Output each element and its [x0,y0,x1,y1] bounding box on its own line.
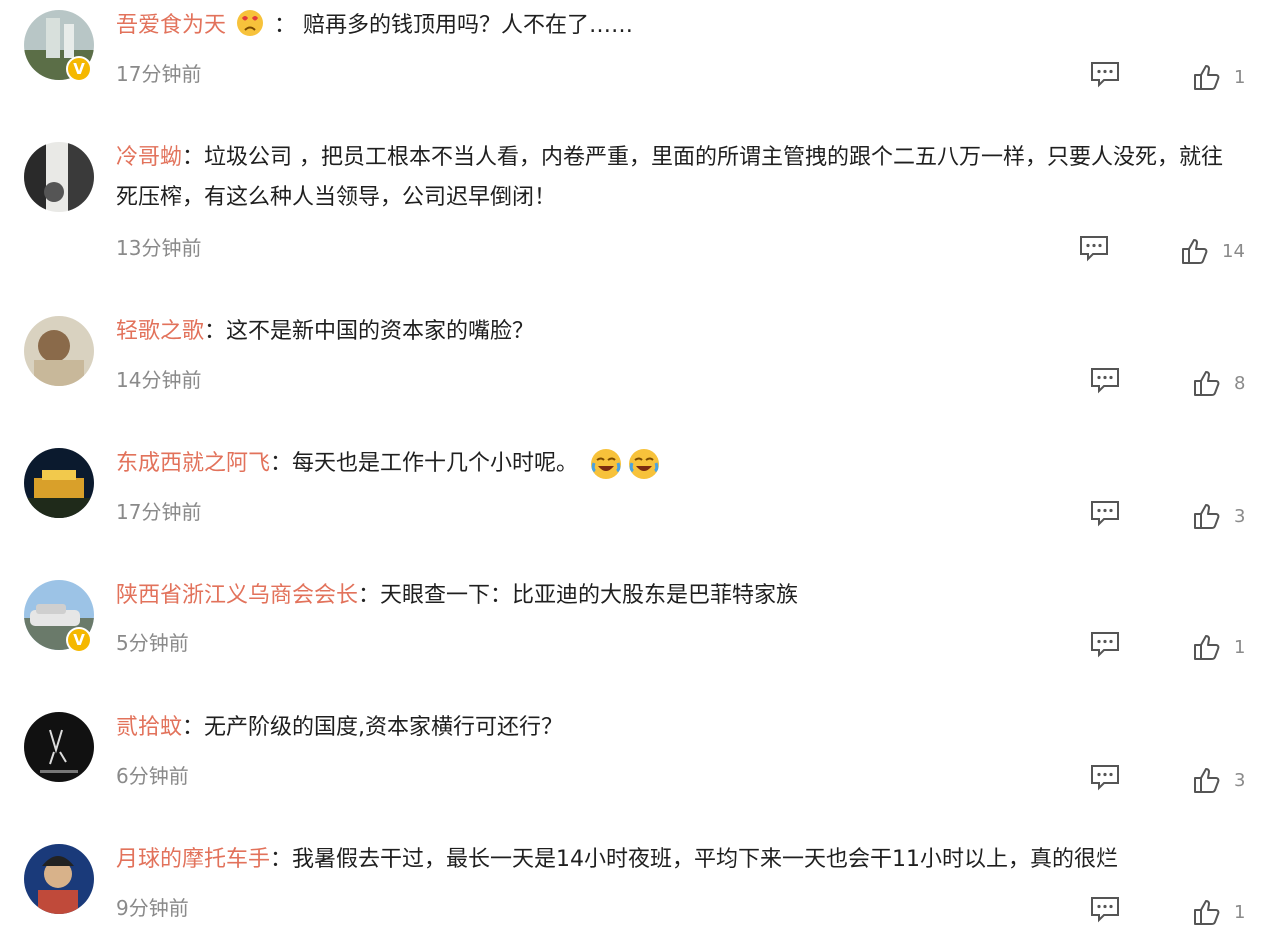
comment-text: 无产阶级的国度,资本家横行可还行？ [204,715,564,740]
comment-text: 每天也是工作十几个小时呢。 [292,451,579,476]
reply-comment-icon[interactable] [1089,366,1121,394]
crying-heart-face-icon [237,10,264,36]
username-link[interactable]: 陕西省浙江义乌商会会长 [116,583,358,608]
like-button[interactable]: 14 [1180,234,1245,268]
comment-text: 我暑假去干过，最长一天是14小时夜班，平均下来一天也会干11小时以上，真的很烂 [292,847,1119,872]
separator: ： [182,715,205,740]
comment-time: 5分钟前 [116,631,189,655]
thumbs-up-icon [1194,768,1220,793]
comment-text: 赔再多的钱顶用吗？人不在了…… [303,13,634,38]
like-button[interactable]: 1 [1192,60,1245,94]
avatar[interactable] [24,316,94,386]
separator: ： [182,145,205,170]
like-button[interactable]: 3 [1192,499,1245,533]
like-button[interactable]: 3 [1192,763,1245,797]
comment-text: 天眼查一下：比亚迪的大股东是巴菲特家族 [380,583,799,608]
reply-comment-icon[interactable] [1089,499,1121,527]
separator: ： [274,13,297,38]
laugh-cry-icon [591,449,622,479]
comment-line: 月球的摩托车手：我暑假去干过，最长一天是14小时夜班，平均下来一天也会干11小时… [116,840,1240,880]
thumbs-up-icon [1182,239,1208,264]
comment-text: 这不是新中国的资本家的嘴脸？ [226,319,535,344]
comment-text: 垃圾公司 ，把员工根本不当人看，内卷严重，里面的所谓主管拽的跟个二五八万一样，只… [116,145,1224,210]
comment-line: 陕西省浙江义乌商会会长：天眼查一下：比亚迪的大股东是巴菲特家族 [116,576,1240,616]
reply-comment-icon[interactable] [1089,60,1121,88]
comment-time: 14分钟前 [116,368,202,392]
like-button[interactable]: 8 [1192,366,1245,400]
comment-line: 冷哥蚴：垃圾公司 ，把员工根本不当人看，内卷严重，里面的所谓主管拽的跟个二五八万… [116,138,1240,218]
avatar[interactable] [24,448,94,518]
comment-time: 9分钟前 [116,896,189,920]
username-link[interactable]: 月球的摩托车手 [116,847,270,872]
like-button[interactable]: 1 [1192,895,1245,929]
avatar[interactable] [24,712,94,782]
comment-time: 17分钟前 [116,62,202,86]
thumbs-up-icon [1194,900,1220,925]
comment-line: 贰拾蚊：无产阶级的国度,资本家横行可还行？ [116,708,1240,748]
reply-comment-icon[interactable] [1078,234,1110,262]
username-link[interactable]: 吾爱食为天 [116,13,226,38]
thumbs-up-icon [1194,504,1220,529]
comment-time: 17分钟前 [116,500,202,524]
like-count: 3 [1234,505,1246,527]
like-count: 8 [1234,372,1246,394]
comment-line: 东成西就之阿飞：每天也是工作十几个小时呢。 [116,444,1240,484]
comment-time: 6分钟前 [116,764,189,788]
like-count: 1 [1234,901,1246,923]
avatar[interactable] [24,142,94,212]
thumbs-up-icon [1194,371,1220,396]
reply-comment-icon[interactable] [1089,763,1121,791]
username-link[interactable]: 轻歌之歌 [116,319,204,344]
username-link[interactable]: 贰拾蚊 [116,715,182,740]
comment-time: 13分钟前 [116,236,202,260]
separator: ： [358,583,381,608]
comment-line: 吾爱食为天 ： 赔再多的钱顶用吗？人不在了…… [116,6,1240,46]
like-count: 1 [1234,66,1246,88]
verified-badge-icon: V [66,627,92,653]
separator: ： [270,451,293,476]
laugh-cry-icon [629,449,660,479]
reply-comment-icon[interactable] [1089,895,1121,923]
thumbs-up-icon [1194,635,1220,660]
comment-line: 轻歌之歌：这不是新中国的资本家的嘴脸？ [116,312,1240,352]
avatar[interactable] [24,844,94,914]
username-link[interactable]: 冷哥蚴 [116,145,182,170]
like-button[interactable]: 1 [1192,630,1245,664]
like-count: 14 [1222,240,1245,262]
separator: ： [204,319,227,344]
verified-badge-icon: V [66,56,92,82]
separator: ： [270,847,293,872]
username-link[interactable]: 东成西就之阿飞 [116,451,270,476]
like-count: 3 [1234,769,1246,791]
reply-comment-icon[interactable] [1089,630,1121,658]
like-count: 1 [1234,636,1246,658]
thumbs-up-icon [1194,65,1220,90]
